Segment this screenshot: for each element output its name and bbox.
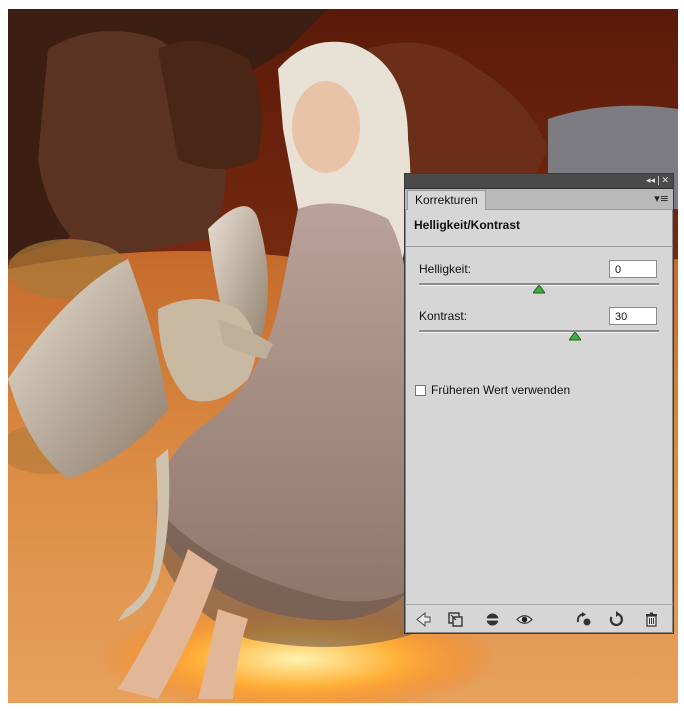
panel-menu-icon[interactable]: ▾≡ — [654, 191, 669, 207]
contrast-label: Kontrast: — [419, 309, 468, 323]
contrast-input[interactable]: 30 — [609, 307, 657, 325]
reset-icon[interactable] — [575, 611, 592, 628]
contrast-slider[interactable] — [419, 330, 659, 341]
view-previous-state-icon[interactable] — [516, 611, 533, 628]
contrast-slider-thumb[interactable] — [569, 332, 581, 341]
brightness-slider[interactable] — [419, 283, 659, 294]
layer-visibility-icon[interactable] — [484, 611, 501, 628]
divider — [405, 246, 673, 247]
clip-to-layer-icon[interactable] — [447, 611, 464, 628]
legacy-checkbox[interactable] — [415, 385, 426, 396]
tab-korrekturen[interactable]: Korrekturen — [407, 190, 486, 210]
brightness-slider-thumb[interactable] — [533, 285, 545, 294]
brightness-label: Helligkeit: — [419, 262, 472, 276]
panel-footer — [405, 604, 673, 633]
collapse-icon[interactable]: ◂◂ — [646, 174, 655, 188]
close-icon[interactable]: ✕ — [661, 174, 669, 188]
back-arrow-icon[interactable] — [415, 611, 432, 628]
refresh-icon[interactable] — [608, 611, 625, 628]
adjustment-title: Helligkeit/Kontrast — [414, 218, 521, 232]
legacy-checkbox-label[interactable]: Früheren Wert verwenden — [431, 383, 570, 397]
panel-titlebar[interactable]: ◂◂ | ✕ — [405, 174, 673, 189]
trash-icon[interactable] — [643, 611, 660, 628]
titlebar-divider: | — [656, 176, 660, 186]
panel-tabbar: Korrekturen ▾≡ — [405, 189, 673, 210]
brightness-input[interactable]: 0 — [609, 260, 657, 278]
adjustments-panel: ◂◂ | ✕ Korrekturen ▾≡ Helligkeit/Kontras… — [404, 173, 674, 634]
